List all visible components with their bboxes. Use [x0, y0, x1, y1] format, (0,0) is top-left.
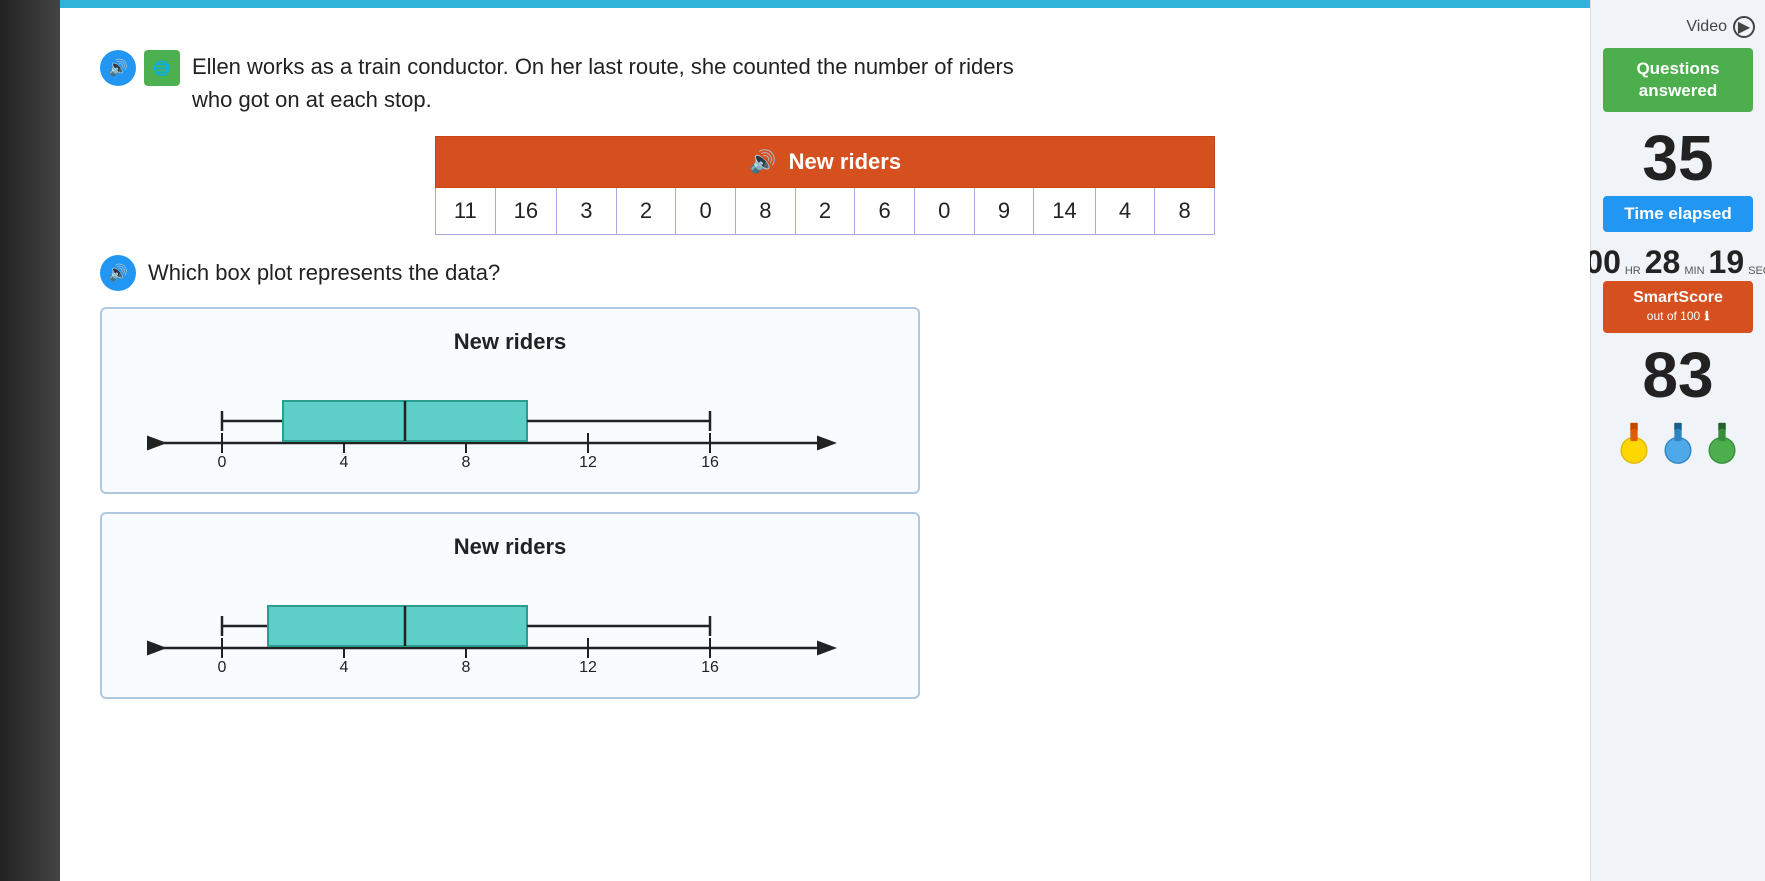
info-icon[interactable]: ℹ: [1705, 309, 1710, 323]
sub-question-text: Which box plot represents the data?: [148, 260, 500, 286]
svg-text:16: 16: [701, 659, 719, 676]
svg-text:8: 8: [462, 454, 471, 471]
timer-min: 28: [1645, 244, 1681, 281]
question-text: Ellen works as a train conductor. On her…: [192, 50, 1014, 116]
table-values-row: 1116320826091448: [436, 188, 1215, 235]
video-label: Video: [1686, 18, 1727, 36]
question-line2: who got on at each stop.: [192, 87, 432, 112]
svg-text:12: 12: [579, 454, 597, 471]
main-content: 🔊 🌐 Ellen works as a train conductor. On…: [60, 0, 1590, 881]
table-cell: 14: [1034, 188, 1095, 235]
timer-sec-label: SEC: [1748, 265, 1765, 277]
sub-question: 🔊 Which box plot represents the data?: [100, 255, 1550, 291]
boxplot-2-container[interactable]: New riders 0 4 8: [100, 512, 920, 699]
top-bar: [60, 0, 1590, 8]
audio-button[interactable]: 🔊: [100, 50, 136, 86]
green-medal: [1704, 421, 1740, 465]
svg-text:8: 8: [462, 659, 471, 676]
svg-text:4: 4: [340, 659, 349, 676]
table-cell: 9: [974, 188, 1034, 235]
table-cell: 11: [436, 188, 496, 235]
table-cell: 4: [1095, 188, 1155, 235]
boxplot-2-title: New riders: [132, 534, 888, 560]
table-cell: 0: [914, 188, 974, 235]
timer-hr: 00: [1585, 244, 1621, 281]
table-cell: 8: [1155, 188, 1215, 235]
medals-row: [1616, 421, 1740, 465]
table-cell: 16: [495, 188, 556, 235]
timer-sec: 19: [1709, 244, 1745, 281]
boxplot-1-title: New riders: [132, 329, 888, 355]
boxplot-1-container[interactable]: New riders: [100, 307, 920, 494]
play-icon: ▶: [1733, 16, 1755, 38]
translate-button[interactable]: 🌐: [144, 50, 180, 86]
blue-medal: [1660, 421, 1696, 465]
table-cell: 0: [676, 188, 736, 235]
question-header: 🔊 🌐 Ellen works as a train conductor. On…: [100, 50, 1550, 116]
questions-answered-label: Questions answered: [1636, 59, 1719, 100]
sidebar-top: Video ▶: [1591, 10, 1765, 48]
boxplot-1-svg: 0 4 8 12 16: [132, 371, 888, 476]
svg-text:4: 4: [340, 454, 349, 471]
questions-answered-box: Questions answered: [1603, 48, 1753, 112]
table-cell: 8: [735, 188, 795, 235]
sidebar: Video ▶ Questions answered 35 Time elaps…: [1590, 0, 1765, 881]
questions-count: 35: [1642, 126, 1713, 190]
time-elapsed-label: Time elapsed: [1624, 204, 1731, 223]
timer-hr-label: HR: [1625, 265, 1641, 277]
table-cell: 2: [616, 188, 676, 235]
smart-score-box: SmartScore out of 100 ℹ: [1603, 281, 1753, 333]
svg-text:0: 0: [218, 454, 227, 471]
svg-text:16: 16: [701, 454, 719, 471]
table-cell: 3: [557, 188, 617, 235]
svg-text:12: 12: [579, 659, 597, 676]
table-cell: 6: [855, 188, 915, 235]
gold-medal: [1616, 421, 1652, 465]
svg-text:0: 0: [218, 659, 227, 676]
table-title: 🔊 New riders: [436, 137, 1215, 188]
data-table: 🔊 New riders 1116320826091448: [435, 136, 1215, 235]
table-cell: 2: [795, 188, 855, 235]
time-elapsed-box: Time elapsed: [1603, 196, 1753, 232]
smart-score-sub: out of 100: [1647, 309, 1700, 323]
tablet-edge: [0, 0, 60, 881]
smart-score-value: 83: [1642, 343, 1713, 407]
question-line1: Ellen works as a train conductor. On her…: [192, 54, 1014, 79]
sub-audio-button[interactable]: 🔊: [100, 255, 136, 291]
boxplot-2-svg: 0 4 8 12 16: [132, 576, 888, 681]
smart-score-label: SmartScore: [1633, 289, 1723, 306]
timer-display: 00 HR 28 MIN 19 SEC: [1585, 244, 1765, 281]
video-button[interactable]: Video ▶: [1686, 16, 1755, 38]
timer-min-label: MIN: [1684, 265, 1704, 277]
